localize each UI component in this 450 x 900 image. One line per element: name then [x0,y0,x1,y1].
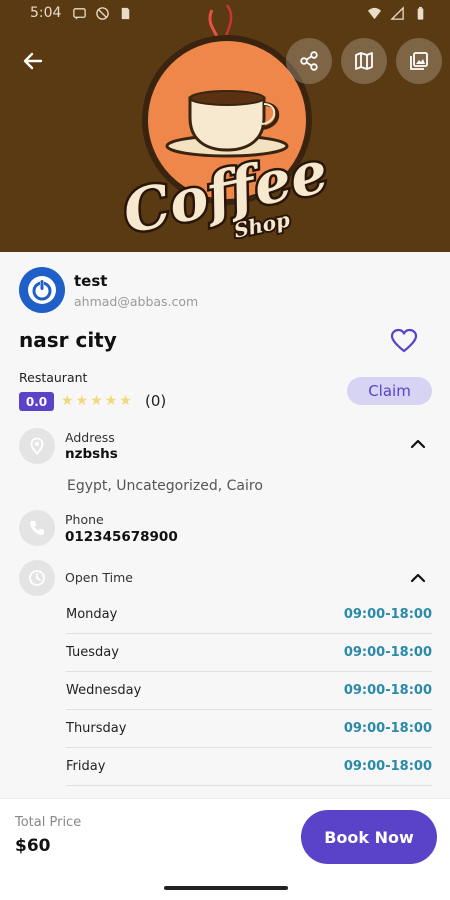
listing-title: nasr city [19,328,117,352]
favorite-button[interactable] [390,328,418,354]
heart-icon [390,328,418,353]
hours-row: Monday 09:00-18:00 [66,596,432,634]
address-value: nzbshs [65,446,118,462]
star-icon: ★ [75,393,89,409]
phone-icon-wrap [19,510,55,546]
star-icon: ★ [104,393,118,409]
booking-bar: Total Price $60 Book Now [0,798,450,900]
star-icon: ★ [61,393,74,409]
hours-row: Friday 09:00-18:00 [66,748,432,786]
hours-day: Tuesday [66,645,119,660]
rating-badge: 0.0 [19,392,54,411]
star-icon: ★ [90,393,103,409]
message-icon [73,8,86,20]
category-label: Restaurant [19,370,88,385]
hours-icon-wrap [19,560,55,596]
clock-icon [29,570,45,586]
hours-day: Thursday [66,721,127,736]
share-button[interactable] [286,38,332,84]
battery-icon [417,6,424,20]
hours-time: 09:00-18:00 [343,683,432,698]
power-logo-icon [28,276,56,304]
home-indicator[interactable] [164,886,288,890]
claim-button[interactable]: Claim [347,377,432,405]
gallery-button[interactable] [396,38,442,84]
rating-stars: ★ ★ ★ ★ ★ [61,392,132,411]
address-collapse-button[interactable] [406,432,430,456]
status-time: 5:04 [30,5,62,21]
review-count: (0) [145,392,167,410]
hours-time: 09:00-18:00 [343,645,432,660]
hours-day: Friday [66,759,106,774]
star-icon: ★ [119,393,132,409]
gallery-icon [410,52,428,70]
avatar[interactable] [19,267,65,313]
total-price-value: $60 [15,836,51,856]
hours-row: Tuesday 09:00-18:00 [66,634,432,672]
back-arrow-icon [23,52,43,70]
hours-row: Wednesday 09:00-18:00 [66,672,432,710]
signal-icon [390,6,404,20]
hours-time: 09:00-18:00 [343,759,432,774]
owner-email: ahmad@abbas.com [74,294,199,309]
chevron-up-icon [410,573,426,583]
phone-icon [30,521,44,535]
hours-time: 09:00-18:00 [343,607,432,622]
hours-row: Thursday 09:00-18:00 [66,710,432,748]
hours-time: 09:00-18:00 [343,721,432,736]
hero-cover: 5:04 Coffee Shop [0,0,450,252]
hours-day: Monday [66,607,118,622]
location-pin-icon [30,437,44,455]
book-now-button[interactable]: Book Now [301,810,437,864]
owner-name: test [74,272,108,290]
map-icon [355,52,373,70]
wifi-icon [367,7,382,20]
total-price-label: Total Price [15,815,82,830]
open-time-label: Open Time [65,570,133,585]
phone-value[interactable]: 012345678900 [65,529,178,545]
chevron-up-icon [410,439,426,449]
phone-label: Phone [65,512,104,527]
details-sheet: test ahmad@abbas.com nasr city Restauran… [0,252,450,798]
map-button[interactable] [341,38,387,84]
hours-collapse-button[interactable] [406,566,430,590]
hours-day: Wednesday [66,683,142,698]
back-button[interactable] [16,44,50,78]
address-icon-wrap [19,428,55,464]
hours-list: Monday 09:00-18:00 Tuesday 09:00-18:00 W… [66,596,432,786]
address-detail: Egypt, Uncategorized, Cairo [67,478,263,494]
address-label: Address [65,430,115,445]
no-disturb-icon [96,7,109,20]
share-icon [300,51,318,71]
